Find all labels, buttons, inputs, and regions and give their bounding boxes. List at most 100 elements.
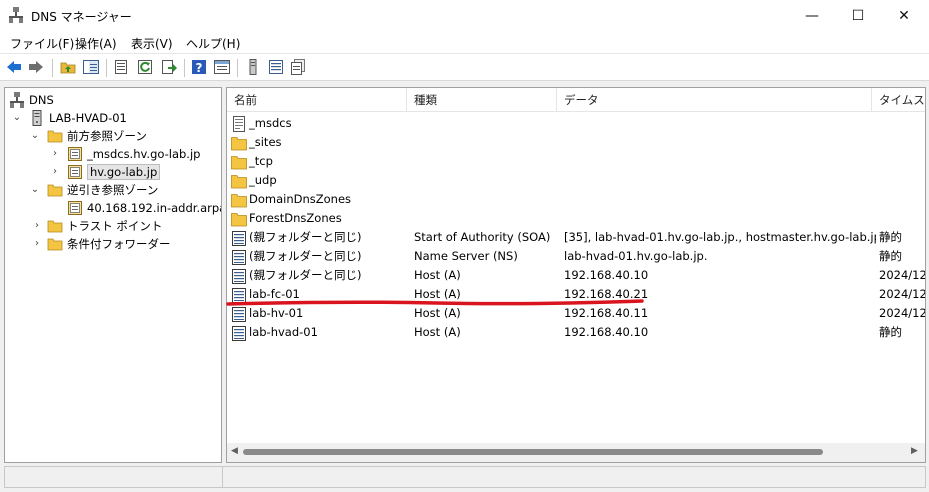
dns-record-icon [232, 268, 246, 284]
column-header-name[interactable]: 名前 [227, 88, 407, 112]
refresh-icon[interactable] [137, 59, 153, 75]
folder-icon [231, 155, 247, 169]
folder-icon [47, 184, 63, 197]
chevron-right-icon[interactable]: › [32, 239, 42, 249]
toolbar-separator [237, 59, 238, 77]
tree-item-reverse-zones[interactable]: 逆引き参照ゾーン [47, 181, 158, 199]
export-list-icon[interactable] [161, 59, 177, 75]
cell-timestamp [879, 171, 925, 190]
menu-help[interactable]: ヘルプ(H) [186, 35, 240, 52]
tree-label: トラスト ポイント [67, 219, 163, 233]
zone-icon [68, 201, 82, 215]
tree-item-zone-msdcs[interactable]: _msdcs.hv.go-lab.jp [67, 145, 200, 163]
cell-type [414, 209, 559, 228]
folder-icon [231, 212, 247, 226]
server-icon[interactable] [245, 59, 261, 75]
cell-name: _tcp [231, 152, 409, 171]
table-row[interactable]: (親フォルダーと同じ) Host (A) 192.168.40.10 2024/12/ [227, 266, 926, 285]
menu-file[interactable]: ファイル(F) [10, 35, 74, 52]
svg-text:?: ? [196, 61, 203, 75]
cell-timestamp: 静的 [879, 230, 902, 244]
title-bar[interactable]: DNS マネージャー — ☐ ✕ [0, 0, 929, 31]
maximize-icon: ☐ [851, 7, 865, 24]
record-name: _udp [249, 173, 277, 187]
back-arrow-icon[interactable] [6, 59, 22, 75]
chevron-right-icon[interactable]: › [50, 149, 60, 159]
tree-item-dns[interactable]: DNS [9, 91, 54, 109]
scroll-right-icon[interactable]: ▶ [911, 446, 918, 456]
dns-record-icon [232, 230, 246, 246]
chevron-right-icon[interactable]: › [50, 167, 60, 177]
cell-name: lab-hvad-01 [231, 323, 409, 342]
maximize-button[interactable]: ☐ [835, 0, 881, 31]
tree-label-selected: hv.go-lab.jp [87, 164, 161, 180]
record-name: _sites [249, 135, 282, 149]
chevron-down-icon[interactable]: ⌄ [30, 185, 40, 195]
cell-name: ForestDnsZones [231, 209, 409, 228]
table-row[interactable]: lab-hvad-01 Host (A) 192.168.40.10 静的 [227, 323, 925, 342]
tree-label: 逆引き参照ゾーン [67, 183, 159, 197]
scroll-left-icon[interactable]: ◀ [231, 446, 238, 456]
table-row[interactable]: (親フォルダーと同じ) Name Server (NS) lab-hvad-01.h… [227, 247, 925, 266]
cell-data: 192.168.40.10 [564, 325, 649, 339]
record-name: lab-hvad-01 [249, 325, 318, 339]
cell-name: (親フォルダーと同じ) [231, 247, 409, 266]
tree-label: 条件付フォワーダー [67, 237, 171, 251]
tree-item-zone-main[interactable]: hv.go-lab.jp [67, 163, 161, 181]
record-name: _msdcs [249, 116, 292, 130]
cell-timestamp [879, 209, 925, 228]
tree-item-conditional-forwarders[interactable]: 条件付フォワーダー [47, 235, 171, 253]
chevron-down-icon[interactable]: ⌄ [12, 113, 22, 123]
table-row[interactable]: _udp [227, 171, 925, 190]
scrollbar-thumb[interactable] [243, 449, 823, 455]
menu-bar: ファイル(F) 操作(A) 表示(V) ヘルプ(H) [0, 31, 929, 53]
tree-item-forward-zones[interactable]: 前方参照ゾーン [47, 127, 147, 145]
zone-icon [68, 165, 82, 179]
minimize-button[interactable]: — [789, 0, 835, 31]
up-folder-icon[interactable] [60, 59, 76, 75]
table-row[interactable]: ForestDnsZones [227, 209, 925, 228]
tree-item-zone-reverse[interactable]: 40.168.192.in-addr.arpa [67, 199, 222, 217]
list-header: 名前 種類 データ タイムスタ [227, 88, 925, 112]
tree-label: LAB-HVAD-01 [49, 111, 127, 125]
table-row[interactable]: _msdcs [227, 114, 925, 133]
cell-name: _udp [231, 171, 409, 190]
table-row[interactable]: DomainDnsZones [227, 190, 925, 209]
cell-name: _msdcs [231, 114, 409, 133]
toolbar-separator [52, 59, 53, 77]
table-row[interactable]: _sites [227, 133, 925, 152]
copy-records-icon[interactable] [290, 59, 306, 75]
menu-action[interactable]: 操作(A) [75, 35, 117, 52]
table-row[interactable]: (親フォルダーと同じ) Start of Authority (SOA) [35],… [227, 228, 925, 247]
forward-arrow-icon[interactable] [28, 59, 44, 75]
folder-icon [231, 193, 247, 207]
chevron-right-icon[interactable]: › [32, 221, 42, 231]
status-divider [222, 467, 223, 487]
status-bar [4, 466, 926, 488]
close-icon: ✕ [898, 7, 910, 24]
toolbar-separator [106, 59, 107, 77]
tree-item-trust-points[interactable]: トラスト ポイント [47, 217, 162, 235]
cell-timestamp: 静的 [879, 325, 902, 339]
horizontal-scrollbar[interactable]: ◀ ▶ [227, 443, 925, 462]
cell-type: Start of Authority (SOA) [414, 230, 551, 244]
record-name: ForestDnsZones [249, 211, 342, 225]
show-tree-icon[interactable] [83, 59, 99, 75]
tree-label: 40.168.192.in-addr.arpa [87, 201, 222, 215]
record-list-icon[interactable] [268, 59, 284, 75]
console-tree: DNS ⌄ LAB-HVAD-01 ⌄ 前方参照ゾーン › _msdcs.hv.… [4, 87, 222, 463]
properties-icon[interactable] [113, 59, 129, 75]
column-header-type[interactable]: 種類 [407, 88, 557, 112]
tree-item-server[interactable]: LAB-HVAD-01 [29, 109, 127, 127]
console-view-icon[interactable] [214, 59, 230, 75]
cell-timestamp: 2024/12/ [879, 268, 926, 282]
help-icon[interactable]: ? [191, 59, 207, 75]
cell-type: Host (A) [414, 325, 461, 339]
chevron-down-icon[interactable]: ⌄ [30, 131, 40, 141]
column-header-data[interactable]: データ [557, 88, 872, 112]
table-row[interactable]: _tcp [227, 152, 925, 171]
menu-view[interactable]: 表示(V) [131, 35, 173, 52]
close-button[interactable]: ✕ [881, 0, 927, 31]
column-header-timestamp[interactable]: タイムスタ [872, 88, 925, 112]
record-name: _tcp [249, 154, 273, 168]
